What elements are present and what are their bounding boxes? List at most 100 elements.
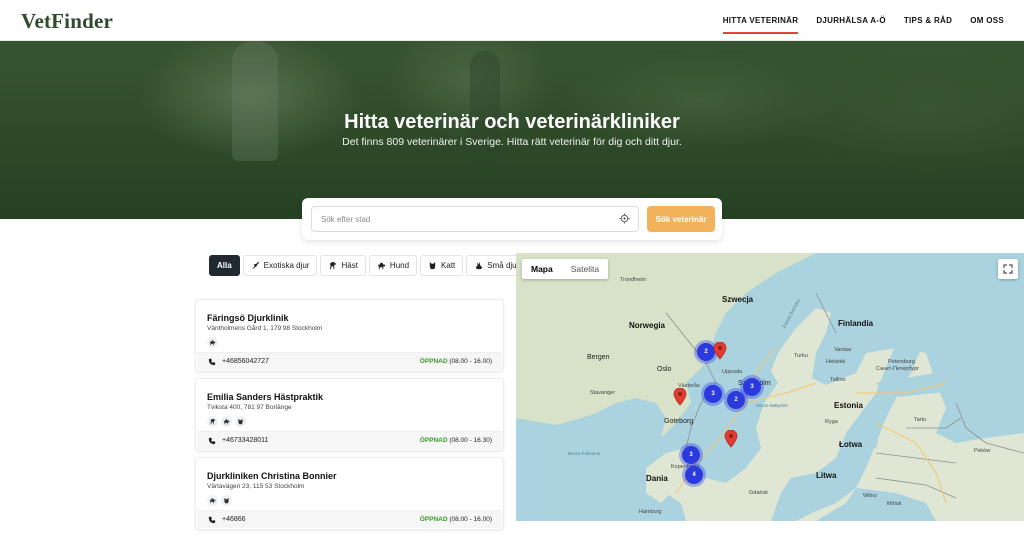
filter-alla[interactable]: Alla — [209, 255, 240, 276]
label-pskow: Psków — [974, 448, 991, 454]
label-turku: Turku — [794, 353, 808, 359]
map-cluster-marker[interactable]: 3 — [704, 385, 722, 403]
map-base — [516, 253, 1024, 521]
map-cluster-marker[interactable]: 3 — [682, 446, 700, 464]
map-cluster-marker[interactable]: 4 — [685, 466, 703, 484]
lizard-icon — [251, 261, 259, 270]
fullscreen-icon — [1003, 264, 1013, 274]
clinic-phone[interactable]: +46866 — [222, 516, 246, 523]
label-ryga: Ryga — [825, 419, 838, 425]
map-pin-icon[interactable] — [673, 388, 687, 406]
open-status: ÖPPNAD — [419, 358, 448, 365]
map-tab-satelita[interactable]: Satelita — [562, 259, 608, 279]
hero-subtitle: Det finns 809 veterinärer i Sverige. Hit… — [342, 136, 682, 148]
label-oslo: Oslo — [657, 366, 672, 373]
clinic-phone[interactable]: +46733428011 — [222, 437, 268, 444]
horse-icon — [207, 416, 218, 427]
clinic-animals — [207, 495, 232, 506]
nav-djurhalsa[interactable]: DJURHÄLSA A-Ö — [816, 12, 886, 29]
label-estonia: Estonia — [834, 401, 863, 410]
phone-icon — [208, 437, 216, 445]
dog-icon — [207, 495, 218, 506]
clinic-name[interactable]: Färingsö Djurklinik — [207, 313, 289, 323]
map-cluster-marker[interactable]: 3 — [743, 378, 761, 396]
filter-exotiska-djur[interactable]: Exotiska djur — [242, 255, 318, 276]
label-baltic-sea: Morze Bałtyckie — [756, 403, 788, 408]
clinic-card[interactable]: Färingsö Djurklinik Väntholmens Gård 1, … — [195, 299, 504, 372]
clinic-name[interactable]: Emilia Sanders Hästpraktik — [207, 392, 323, 402]
clinic-footer: +46733428011 ÖPPNAD (08.00 - 16.30) — [197, 431, 502, 449]
map-pin-icon[interactable] — [724, 430, 738, 448]
clinic-list: Färingsö Djurklinik Väntholmens Gård 1, … — [195, 299, 504, 536]
clinic-card[interactable]: Djurkliniken Christina Bonnier Värtaväge… — [195, 457, 504, 530]
nav-om-oss[interactable]: OM OSS — [970, 12, 1004, 29]
filter-label: Små djur — [487, 261, 520, 270]
cat-icon — [235, 416, 246, 427]
label-helsinki: Helsinki — [826, 359, 846, 365]
dog-icon — [377, 262, 386, 270]
map-pin-icon[interactable] — [713, 342, 727, 360]
dog-icon — [221, 416, 232, 427]
label-goteborg: Goteborg — [664, 418, 694, 425]
label-lotwa: Łotwa — [839, 440, 863, 449]
search-vet-button[interactable]: Sök veterinär — [647, 206, 715, 232]
opening-hours: (08.00 - 16.00) — [449, 358, 492, 365]
crosshair-icon[interactable] — [619, 213, 630, 224]
phone-icon — [208, 516, 216, 524]
open-status: ÖPPNAD — [419, 437, 448, 444]
open-status: ÖPPNAD — [419, 516, 448, 523]
top-navbar: VetFinder HITTA VETERINÄR DJURHÄLSA A-Ö … — [0, 0, 1024, 41]
map-view[interactable]: Mapa Satelita Szwecja Norwegia Finlandia… — [516, 253, 1024, 521]
hero-title: Hitta veterinär och veterinärkliniker — [344, 111, 680, 133]
label-petersburg-ru: Санкт-Петербург — [876, 366, 920, 372]
main-nav: HITTA VETERINÄR DJURHÄLSA A-Ö TIPS & RÅD… — [722, 0, 1004, 41]
filter-label: Exotiska djur — [263, 261, 310, 270]
clinic-address: Väntholmens Gård 1, 179 98 Stockholm — [207, 325, 323, 332]
label-bergen: Bergen — [587, 354, 610, 361]
clinic-address: Tviksta 400, 781 97 Borlänge — [207, 404, 292, 411]
filter-label: Hund — [389, 261, 410, 270]
label-uppsala: Uppsala — [722, 369, 743, 375]
label-litwa: Litwa — [816, 471, 837, 480]
label-wilno: Wilno — [863, 493, 877, 499]
label-north-sea: Morze Północne — [567, 451, 601, 456]
rabbit-icon — [476, 261, 483, 270]
clinic-address: Värtavägen 23, 115 53 Stockholm — [207, 483, 305, 490]
label-tallinn: Tallinn — [830, 377, 846, 383]
map-tab-mapa[interactable]: Mapa — [522, 259, 562, 279]
filter-label: Alla — [217, 261, 232, 270]
clinic-opening-status: ÖPPNAD (08.00 - 16.00) — [420, 358, 492, 365]
hero-banner: Hitta veterinär och veterinärkliniker De… — [0, 41, 1024, 219]
city-search-input[interactable] — [311, 206, 639, 232]
nav-tips-rad[interactable]: TIPS & RÅD — [904, 12, 952, 29]
label-petersburg: Petersburg — [888, 359, 915, 365]
opening-hours: (08.00 - 16.30) — [449, 437, 492, 444]
map-cluster-marker[interactable]: 2 — [727, 391, 745, 409]
filter-label: Häst — [341, 261, 358, 270]
label-tartu: Tartu — [914, 417, 927, 423]
label-gdansk: Gdańsk — [749, 490, 768, 496]
map-type-tabs: Mapa Satelita — [522, 259, 609, 279]
fullscreen-button[interactable] — [998, 259, 1018, 279]
label-trondheim: Trondheim — [620, 277, 647, 283]
nav-hitta-veterinar[interactable]: HITTA VETERINÄR — [722, 12, 799, 34]
dog-icon — [207, 337, 218, 348]
horse-icon — [330, 261, 337, 270]
clinic-card[interactable]: Emilia Sanders Hästpraktik Tviksta 400, … — [195, 378, 504, 451]
clinic-animals — [207, 416, 246, 427]
clinic-name[interactable]: Djurkliniken Christina Bonnier — [207, 471, 337, 481]
search-card: Sök veterinär — [302, 198, 722, 240]
filter-katt[interactable]: Katt — [420, 255, 464, 276]
phone-icon — [208, 358, 216, 366]
clinic-footer: +46866 ÖPPNAD (08.00 - 16.00) — [197, 510, 502, 528]
clinic-opening-status: ÖPPNAD (08.00 - 16.00) — [420, 516, 492, 523]
logo[interactable]: VetFinder — [21, 9, 113, 34]
filter-label: Katt — [441, 261, 456, 270]
clinic-phone[interactable]: +46856042727 — [222, 358, 269, 365]
oland — [815, 441, 821, 465]
label-minsk: Mińsk — [887, 501, 902, 507]
clinic-opening-status: ÖPPNAD (08.00 - 16.30) — [420, 437, 492, 444]
filter-hund[interactable]: Hund — [368, 255, 418, 276]
cat-icon — [429, 261, 436, 270]
filter-hast[interactable]: Häst — [320, 255, 366, 276]
